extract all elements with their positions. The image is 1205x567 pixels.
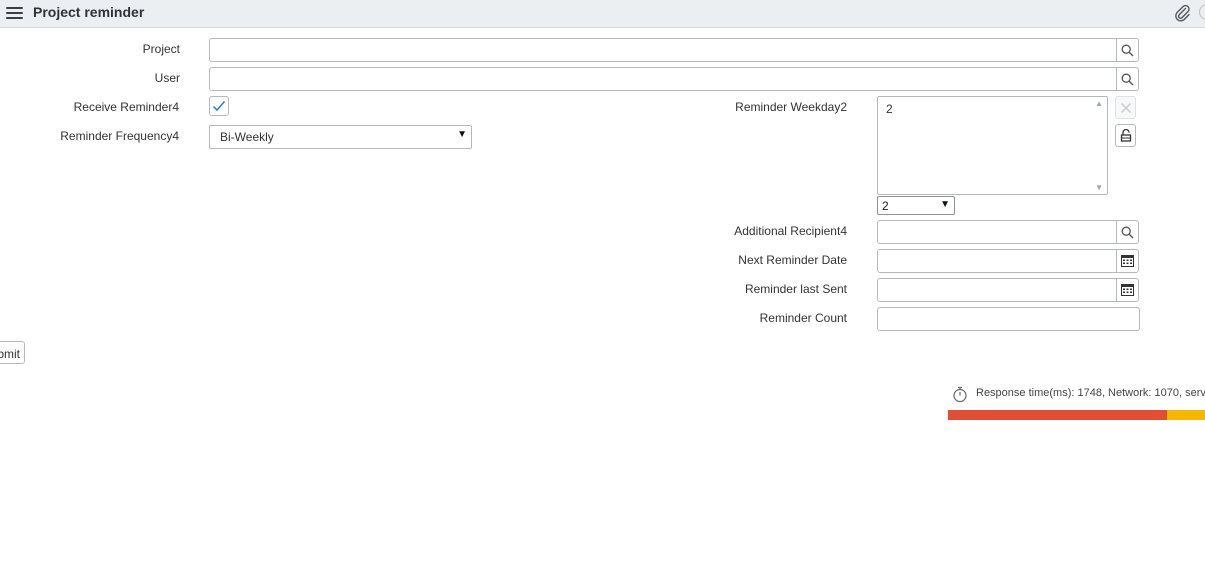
- search-icon: [1121, 226, 1134, 238]
- reminder-weekday-listbox[interactable]: 2 ▲ ▼: [877, 96, 1108, 195]
- reminder-frequency-value: Bi-Weekly: [220, 130, 274, 144]
- list-item[interactable]: 2: [886, 102, 893, 116]
- search-icon: [1121, 73, 1134, 85]
- header-bar: Project reminder: [0, 0, 1205, 28]
- reminder-frequency-label: Reminder Frequency4: [60, 129, 179, 143]
- reminder-last-sent-calendar-button[interactable]: [1116, 278, 1139, 302]
- additional-recipient-search-button[interactable]: [1116, 220, 1139, 244]
- calendar-icon: [1121, 284, 1134, 296]
- response-time-text: Response time(ms): 1748, Network: 1070, …: [976, 387, 1205, 399]
- scroll-up-icon[interactable]: ▲: [1095, 99, 1103, 108]
- paperclip-icon[interactable]: [1173, 4, 1191, 22]
- stopwatch-icon: [953, 386, 967, 403]
- chevron-down-icon: ▼: [457, 129, 467, 140]
- reminder-last-sent-input[interactable]: [877, 278, 1117, 302]
- user-search-button[interactable]: [1116, 67, 1139, 91]
- receive-reminder-checkbox[interactable]: [209, 96, 229, 116]
- reminder-weekday-select-value: 2: [882, 199, 889, 213]
- reminder-count-label: Reminder Count: [759, 311, 847, 325]
- unlock-icon: [1120, 129, 1131, 142]
- network-time-bar: [948, 410, 1167, 420]
- reminder-last-sent-label: Reminder last Sent: [744, 282, 847, 296]
- project-input[interactable]: [209, 38, 1117, 62]
- more-icon[interactable]: [1199, 4, 1205, 20]
- server-time-bar: [1167, 410, 1205, 420]
- reminder-weekday-label: Reminder Weekday2: [735, 100, 847, 114]
- chevron-down-icon: ▼: [940, 199, 950, 210]
- user-label: User: [154, 71, 180, 85]
- remove-button[interactable]: [1115, 96, 1136, 119]
- user-input[interactable]: [209, 67, 1117, 91]
- reminder-frequency-select[interactable]: Bi-Weekly ▼: [209, 125, 472, 149]
- reminder-weekday-select[interactable]: 2 ▼: [877, 196, 955, 215]
- close-icon: [1120, 102, 1131, 113]
- receive-reminder-label: Receive Reminder4: [73, 100, 179, 114]
- project-search-button[interactable]: [1116, 38, 1139, 62]
- additional-recipient-input[interactable]: [877, 220, 1117, 244]
- calendar-icon: [1121, 255, 1134, 267]
- menu-icon[interactable]: [6, 5, 23, 21]
- next-reminder-date-input[interactable]: [877, 249, 1117, 273]
- unlock-button[interactable]: [1115, 124, 1136, 147]
- project-label: Project: [142, 42, 180, 56]
- scroll-down-icon[interactable]: ▼: [1095, 183, 1103, 192]
- submit-button[interactable]: Submit: [0, 341, 25, 364]
- additional-recipient-label: Additional Recipient4: [734, 224, 847, 238]
- reminder-count-input[interactable]: [877, 307, 1140, 331]
- page-title: Project reminder: [33, 4, 145, 20]
- checkmark-icon: [212, 101, 226, 112]
- search-icon: [1121, 44, 1134, 56]
- next-reminder-date-calendar-button[interactable]: [1116, 249, 1139, 273]
- next-reminder-date-label: Next Reminder Date: [738, 253, 847, 267]
